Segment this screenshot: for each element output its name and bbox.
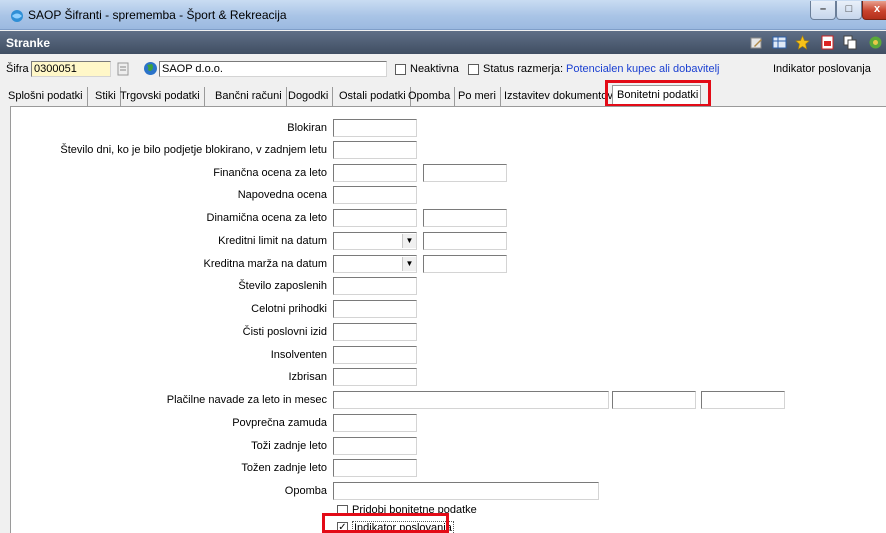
kreditni-limit-label: Kreditni limit na datum [218, 235, 327, 247]
tab-dogodki[interactable]: Dogodki [284, 87, 334, 107]
application-window: SAOP Šifranti - sprememba - Šport & Rekr… [0, 0, 886, 533]
copy-icon[interactable] [843, 35, 858, 50]
globe-icon[interactable] [143, 61, 158, 76]
dinamicna-ocena-input[interactable] [333, 209, 417, 227]
sifra-input[interactable]: 0300051 [31, 61, 111, 77]
kreditna-marza-label: Kreditna marža na datum [203, 258, 327, 270]
window-title: SAOP Šifranti - sprememba - Šport & Rekr… [28, 8, 287, 22]
opomba-input[interactable] [333, 482, 599, 500]
povprecna-zamuda-input[interactable] [333, 414, 417, 432]
title-bar: SAOP Šifranti - sprememba - Šport & Rekr… [0, 0, 886, 30]
placilne-navade-mesec-input[interactable] [701, 391, 785, 409]
insolventen-input[interactable] [333, 346, 417, 364]
indikator-poslovanja-label: Indikator poslovanja [352, 521, 454, 533]
financna-ocena-leto-input[interactable] [423, 164, 507, 182]
saop-app-icon [11, 10, 23, 22]
tozi-zadnje-leto-input[interactable] [333, 437, 417, 455]
neaktivna-checkbox[interactable] [395, 64, 406, 75]
indikator-label: Indikator poslovanja [773, 63, 871, 75]
tab-strip: Splošni podatki Stiki Trgovski podatki B… [0, 85, 886, 107]
star-icon[interactable] [795, 35, 810, 50]
tozi-zadnje-leto-label: Toži zadnje leto [251, 440, 327, 452]
napovedna-ocena-label: Napovedna ocena [237, 189, 327, 201]
dinamicna-ocena-label: Dinamična ocena za leto [206, 212, 327, 224]
pdf-icon[interactable] [820, 35, 835, 50]
cisti-izid-input[interactable] [333, 323, 417, 341]
tab-bancni-racuni[interactable]: Bančni računi [211, 87, 287, 107]
tab-ostali-podatki[interactable]: Ostali podatki [335, 87, 411, 107]
stevilo-zaposlenih-label: Število zaposlenih [238, 280, 327, 292]
cisti-izid-label: Čisti poslovni izid [242, 326, 327, 338]
chevron-down-icon[interactable]: ▼ [402, 234, 416, 248]
pridobi-bonitetne-checkbox[interactable] [337, 505, 348, 516]
tozen-zadnje-leto-input[interactable] [333, 459, 417, 477]
placilne-navade-label: Plačilne navade za leto in mesec [166, 394, 327, 406]
bonitetni-podatki-panel: Blokiran Število dni, ko je bilo podjetj… [10, 106, 886, 533]
kreditni-limit-datum-select[interactable]: ▼ [333, 232, 417, 250]
status-label: Status razmerja: [483, 63, 564, 75]
status-value-link[interactable]: Potencialen kupec ali dobavitelj [566, 63, 720, 75]
sifra-label: Šifra [6, 63, 29, 75]
kreditni-limit-input[interactable] [423, 232, 507, 250]
celotni-prihodki-input[interactable] [333, 300, 417, 318]
edit-icon[interactable] [749, 35, 764, 50]
placilne-navade-leto-input[interactable] [612, 391, 696, 409]
izbrisan-label: Izbrisan [288, 371, 327, 383]
stevilo-dni-input[interactable] [333, 141, 417, 159]
povprecna-zamuda-label: Povprečna zamuda [232, 417, 327, 429]
tab-bonitetni-podatki[interactable]: Bonitetni podatki [612, 85, 701, 107]
stevilo-zaposlenih-input[interactable] [333, 277, 417, 295]
close-button[interactable]: x [862, 1, 886, 20]
table-icon[interactable] [772, 35, 787, 50]
minimize-button[interactable]: – [810, 1, 836, 20]
izbrisan-input[interactable] [333, 368, 417, 386]
maximize-button[interactable]: □ [836, 1, 862, 20]
tab-po-meri[interactable]: Po meri [454, 87, 501, 107]
neaktivna-label: Neaktivna [410, 63, 459, 75]
tab-splosni-podatki[interactable]: Splošni podatki [4, 87, 88, 107]
celotni-prihodki-label: Celotni prihodki [251, 303, 327, 315]
company-name-input[interactable]: SAOP d.o.o. [159, 61, 387, 77]
kreditna-marza-datum-select[interactable]: ▼ [333, 255, 417, 273]
opomba-label: Opomba [284, 485, 327, 497]
financna-ocena-input[interactable] [333, 164, 417, 182]
blokiran-label: Blokiran [287, 122, 327, 134]
financna-ocena-label: Finančna ocena za leto [213, 167, 327, 179]
blokiran-input[interactable] [333, 119, 417, 137]
napovedna-ocena-input[interactable] [333, 186, 417, 204]
kreditna-marza-input[interactable] [423, 255, 507, 273]
panel-title: Stranke [6, 36, 51, 50]
status-checkbox[interactable] [468, 64, 479, 75]
tools-icon[interactable] [868, 35, 883, 50]
tab-opomba[interactable]: Opomba [404, 87, 456, 107]
header-fields: Šifra 0300051 SAOP d.o.o. Neaktivna Stat… [0, 54, 886, 87]
tab-izstavitev-dokumentov[interactable]: Izstavitev dokumentov [500, 87, 618, 107]
stevilo-dni-label: Število dni, ko je bilo podjetje blokira… [60, 144, 327, 156]
tab-trgovski-podatki[interactable]: Trgovski podatki [116, 87, 205, 107]
indikator-poslovanja-checkbox[interactable]: ✓ [337, 522, 348, 533]
chevron-down-icon[interactable]: ▼ [402, 257, 416, 271]
placilne-navade-input[interactable] [333, 391, 609, 409]
panel-header: Stranke [0, 31, 886, 54]
tozen-zadnje-leto-label: Tožen zadnje leto [241, 462, 327, 474]
insolventen-label: Insolventen [270, 349, 327, 361]
dinamicna-ocena-leto-input[interactable] [423, 209, 507, 227]
refresh-icon[interactable] [117, 62, 129, 76]
pridobi-bonitetne-label: Pridobi bonitetne podatke [352, 504, 477, 516]
